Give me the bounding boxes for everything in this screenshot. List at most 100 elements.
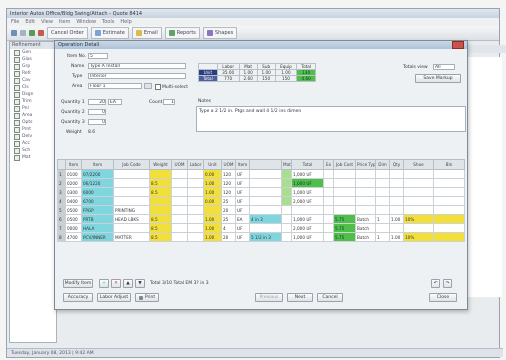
grid-cell[interactable] <box>389 178 404 188</box>
grid-header[interactable]: Item <box>65 159 82 170</box>
qty3-field[interactable]: 0 <box>88 119 106 125</box>
grid-cell[interactable] <box>375 223 390 233</box>
table-row[interactable]: 3 0300 6000 8.5 1.00 120 UF 1,000 UF <box>57 187 465 197</box>
grid-cell[interactable] <box>355 187 376 197</box>
grid-cell[interactable]: 1.00 <box>389 232 404 242</box>
grid-header[interactable]: UOM <box>221 159 236 170</box>
grid-cell[interactable]: 1.00 <box>203 223 222 233</box>
grid-cell[interactable]: 1.00 <box>203 232 222 242</box>
count-field[interactable]: 1 <box>163 99 175 105</box>
grid-header[interactable]: Item <box>81 159 114 170</box>
grid-cell[interactable]: 25 <box>221 214 236 224</box>
grid-cell[interactable] <box>389 169 404 179</box>
tree-item[interactable]: Cav <box>10 77 56 84</box>
grid-cell[interactable]: EA <box>235 214 250 224</box>
grid-cell[interactable]: 5 1/2 in 3 <box>249 232 282 242</box>
move-down-button[interactable]: ▼ <box>135 279 145 288</box>
grid-cell[interactable] <box>389 187 404 197</box>
grid-cell[interactable] <box>113 223 150 233</box>
grid-cell[interactable]: 4700 <box>65 232 82 242</box>
grid-header[interactable]: Labor <box>187 159 204 170</box>
tree-item[interactable]: Opts <box>10 119 56 126</box>
grid-cell[interactable] <box>149 169 172 179</box>
tree-item[interactable]: Acc <box>10 140 56 147</box>
grid-cell[interactable]: UF <box>235 196 250 206</box>
tree-item[interactable]: Mat <box>10 154 56 161</box>
tree-item[interactable]: Glas <box>10 56 56 63</box>
grid-cell[interactable] <box>355 205 376 215</box>
grid-header[interactable]: Mat Price <box>281 159 292 170</box>
grid-cell[interactable] <box>333 169 356 179</box>
grid-cell[interactable] <box>149 196 172 206</box>
grid-cell[interactable] <box>281 205 292 215</box>
grid-header[interactable]: Job Cost <box>333 159 356 170</box>
grid-cell[interactable]: PRINTING <box>113 205 150 215</box>
grid-cell[interactable] <box>171 205 188 215</box>
modify-item-button[interactable]: Modify Item <box>63 279 93 288</box>
qty1-field[interactable]: 20 <box>88 99 106 105</box>
table-row[interactable]: 8 4700 PCV/INNER MATTER 8.5 1.00 20 UF 5 1/2 in … <box>57 232 465 242</box>
grid-header[interactable]: Qty <box>389 159 404 170</box>
grid-cell[interactable]: 120 <box>221 178 236 188</box>
grid-cell[interactable] <box>113 187 150 197</box>
grid-cell[interactable] <box>113 169 150 179</box>
grid-cell[interactable] <box>323 205 334 215</box>
grid-header[interactable]: Price Type <box>355 159 376 170</box>
grid-cell[interactable]: 6000 <box>81 187 114 197</box>
grid-cell[interactable]: 8 <box>57 232 66 242</box>
grid-cell[interactable] <box>433 169 465 179</box>
grid-cell[interactable] <box>249 205 282 215</box>
cancel-order-button[interactable]: Cancel Order <box>47 27 88 39</box>
grid-cell[interactable]: 1.00 <box>203 214 222 224</box>
grid-cell[interactable] <box>375 169 390 179</box>
grid-cell[interactable] <box>403 178 434 188</box>
new-icon[interactable] <box>11 30 17 36</box>
grid-cell[interactable] <box>333 205 356 215</box>
grid-cell[interactable]: 0000 <box>65 223 82 233</box>
table-row[interactable]: 2 0200 06/1220 8.5 1.00 120 UF 1,000 UF <box>57 178 465 188</box>
grid-cell[interactable]: 20 <box>221 232 236 242</box>
grid-cell[interactable]: 3 <box>57 187 66 197</box>
tree-item[interactable]: Refr <box>10 70 56 77</box>
tree-item[interactable]: Area <box>10 112 56 119</box>
grid-cell[interactable] <box>249 169 282 179</box>
grid-cell[interactable] <box>375 205 390 215</box>
grid-cell[interactable] <box>281 214 292 224</box>
grid-cell[interactable] <box>249 223 282 233</box>
grid-cell[interactable] <box>281 178 292 188</box>
grid-cell[interactable] <box>433 205 465 215</box>
grid-cell[interactable] <box>149 205 172 215</box>
accuracy-button[interactable]: Accuracy <box>63 293 93 302</box>
grid-cell[interactable]: 25 <box>221 196 236 206</box>
undo-button[interactable]: ↶ <box>431 279 440 288</box>
grid-cell[interactable] <box>355 169 376 179</box>
grid-cell[interactable] <box>403 205 434 215</box>
grid-header[interactable]: Weight <box>149 159 172 170</box>
menu-help[interactable]: Help <box>120 19 131 25</box>
grid-cell[interactable] <box>323 232 334 242</box>
grid-cell[interactable] <box>281 223 292 233</box>
grid-cell[interactable]: 1,000 UF <box>291 232 324 242</box>
tree-item[interactable]: Prnt <box>10 126 56 133</box>
grid-cell[interactable]: 120 <box>221 169 236 179</box>
multiselect-check[interactable]: Multi-select <box>155 84 188 90</box>
grid-cell[interactable]: PCV/INNER <box>81 232 114 242</box>
grid-cell[interactable]: 0500 <box>65 205 82 215</box>
grid-cell[interactable] <box>433 178 465 188</box>
open-icon[interactable] <box>20 30 26 36</box>
grid-cell[interactable]: 2,000 UF <box>291 196 324 206</box>
menu-view[interactable]: View <box>41 19 53 25</box>
grid-cell[interactable]: 6 <box>57 214 66 224</box>
grid-header[interactable]: Item <box>235 159 250 170</box>
grid-cell[interactable] <box>333 187 356 197</box>
menu-item[interactable]: Item <box>59 19 70 25</box>
table-row[interactable]: 7 0000 HALA 8.5 1.00 4 UF 2,000 UF 5.75 Batch <box>57 223 465 233</box>
grid-cell[interactable]: 1 <box>57 169 66 179</box>
tree-item[interactable]: Trim <box>10 98 56 105</box>
grid-cell[interactable] <box>187 187 204 197</box>
table-row[interactable]: 6 0500 PRTB HEAD LBKS 8.5 1.00 25 EA 4 in 3 1,000… <box>57 214 465 224</box>
grid-cell[interactable] <box>323 178 334 188</box>
grid-cell[interactable] <box>323 187 334 197</box>
grid-cell[interactable] <box>187 178 204 188</box>
grid-cell[interactable] <box>187 196 204 206</box>
